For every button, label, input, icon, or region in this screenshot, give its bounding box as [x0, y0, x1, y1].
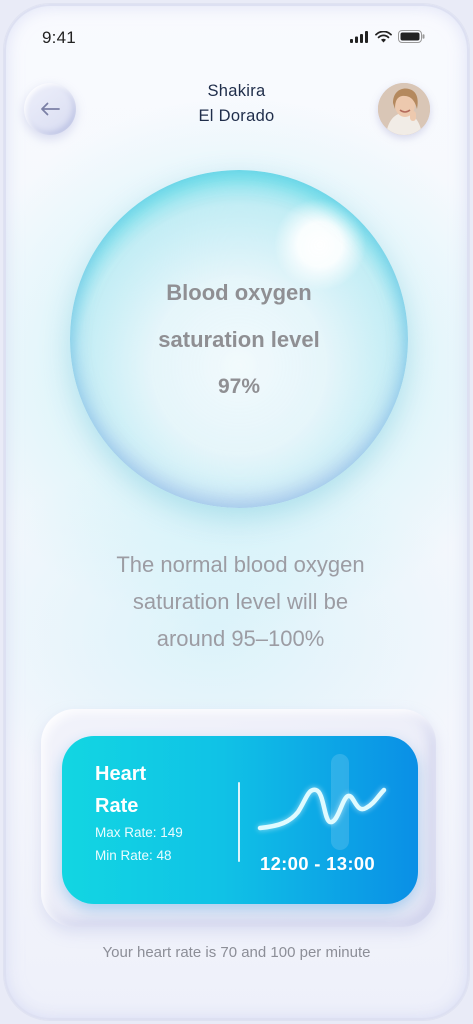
card-divider	[238, 782, 240, 862]
heart-rate-title: Heart Rate	[95, 758, 205, 822]
oxygen-value: 97%	[217, 374, 261, 398]
heart-rate-wave	[257, 754, 387, 850]
status-icons	[350, 30, 425, 43]
phone-screen: 9:41 Shakira El Dorado Blood oxygen satu…	[4, 4, 469, 1020]
avatar-portrait	[378, 83, 430, 135]
oxygen-info-text: The normal blood oxygen saturation level…	[64, 546, 417, 657]
min-rate: Min Rate: 48	[95, 848, 172, 863]
info-line-3: around 95–100%	[156, 626, 325, 651]
oxygen-readout: Blood oxygen saturation level 97%	[70, 170, 408, 508]
battery-icon	[398, 30, 425, 43]
oxygen-label-line-2: saturation level	[158, 326, 320, 352]
heart-rate-title-line-2: Rate	[95, 795, 139, 817]
wifi-icon	[375, 30, 392, 42]
heart-rate-footer: Your heart rate is 70 and 100 per minute	[102, 944, 371, 961]
info-line-2: saturation level will be	[132, 589, 349, 614]
max-rate: Max Rate: 149	[95, 825, 183, 840]
status-time: 9:41	[42, 28, 76, 47]
heart-rate-title-line-1: Heart	[95, 763, 147, 785]
oxygen-label-line-1: Blood oxygen	[166, 279, 312, 305]
info-line-1: The normal blood oxygen	[116, 552, 365, 577]
signal-icon	[350, 30, 368, 43]
heart-rate-card[interactable]: Heart Rate Max Rate: 149 Min Rate: 48 12…	[62, 736, 418, 904]
user-avatar[interactable]	[378, 83, 430, 135]
time-range: 12:00 - 13:00	[260, 853, 375, 874]
